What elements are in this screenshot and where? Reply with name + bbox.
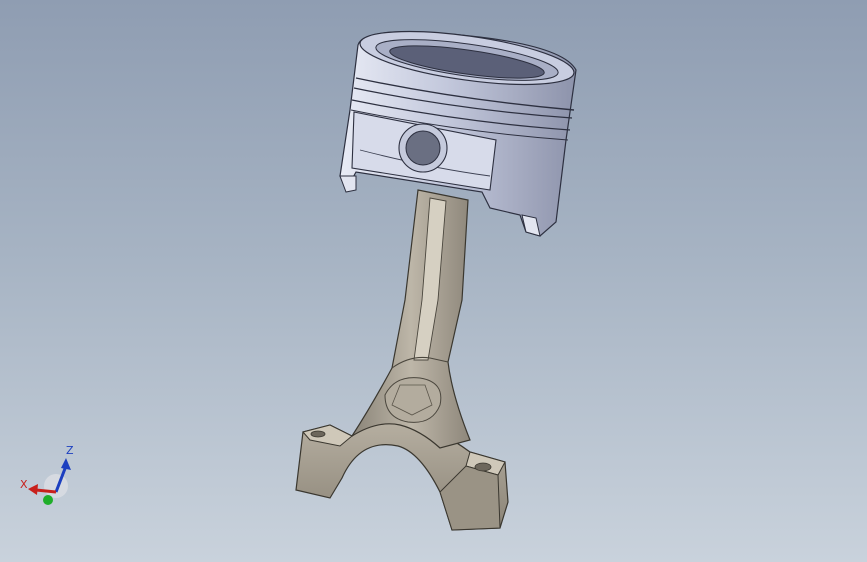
graphics-viewport[interactable]: X Z xyxy=(0,0,867,562)
z-axis-label: Z xyxy=(66,444,74,457)
x-axis-label: X xyxy=(20,478,28,491)
y-axis-arrow xyxy=(43,495,53,505)
piston-rod-model[interactable] xyxy=(0,0,867,562)
reference-triad[interactable]: X Z xyxy=(18,440,80,510)
rod-big-end xyxy=(295,415,509,531)
rod-shank xyxy=(351,189,471,449)
